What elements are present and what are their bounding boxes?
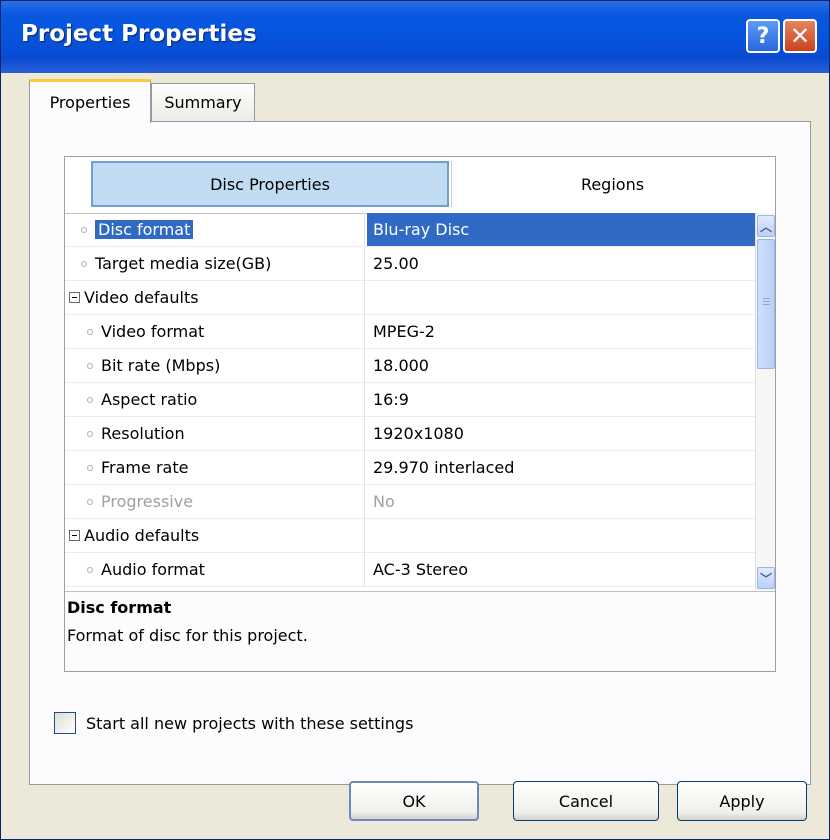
cancel-button[interactable]: Cancel: [513, 781, 659, 821]
property-name-cell: Progressive: [65, 485, 365, 518]
property-name-cell: Resolution: [65, 417, 365, 450]
bullet-icon: [87, 396, 93, 403]
property-category-tabs: Disc Properties Regions: [65, 157, 775, 214]
property-value[interactable]: Blu-ray Disc: [367, 213, 755, 246]
start-all-new-projects-checkbox[interactable]: [54, 712, 76, 734]
property-value[interactable]: 16:9: [367, 383, 755, 416]
property-name: Aspect ratio: [101, 390, 198, 409]
ok-button[interactable]: OK: [349, 781, 479, 821]
chevron-down-icon: ﹀: [759, 571, 772, 586]
description-title: Disc format: [67, 598, 172, 617]
property-name: Disc format: [95, 220, 194, 239]
property-value[interactable]: 29.970 interlaced: [367, 451, 755, 484]
property-row-aspect-ratio[interactable]: Aspect ratio 16:9: [65, 383, 755, 417]
bullet-icon: [87, 362, 93, 369]
property-name: Progressive: [101, 492, 194, 511]
collapse-icon[interactable]: [69, 530, 80, 541]
tab-regions[interactable]: Regions: [451, 161, 773, 207]
project-properties-dialog: Project Properties ? ✕ Properties Summar…: [0, 0, 830, 840]
properties-tab-panel: Disc Properties Regions Disc format Blu-…: [29, 121, 811, 785]
property-grid: Disc Properties Regions Disc format Blu-…: [64, 156, 776, 672]
scroll-down-button[interactable]: ﹀: [757, 567, 775, 589]
property-value[interactable]: AC-3 Stereo: [367, 553, 755, 586]
vertical-scrollbar[interactable]: ︿ ﹀: [755, 213, 775, 591]
property-row-disc-format[interactable]: Disc format Blu-ray Disc: [65, 213, 755, 247]
grip-icon: [763, 298, 770, 307]
property-name-cell: Disc format: [65, 213, 365, 246]
help-button[interactable]: ?: [746, 19, 780, 53]
property-row-video-format[interactable]: Video format MPEG-2: [65, 315, 755, 349]
property-name-cell: Bit rate (Mbps): [65, 349, 365, 382]
property-value: [367, 519, 755, 552]
property-name-cell: Audio defaults: [65, 519, 365, 552]
property-value[interactable]: 25.00: [367, 247, 755, 280]
property-value[interactable]: 1920x1080: [367, 417, 755, 450]
property-name: Audio format: [101, 560, 205, 579]
property-name-cell: Audio format: [65, 553, 365, 586]
bullet-icon: [81, 226, 87, 233]
property-name-cell: Aspect ratio: [65, 383, 365, 416]
property-name: Target media size(GB): [95, 254, 272, 273]
bullet-icon: [87, 430, 93, 437]
property-row-audio-format[interactable]: Audio format AC-3 Stereo: [65, 553, 755, 587]
apply-button[interactable]: Apply: [677, 781, 807, 821]
bullet-icon: [87, 328, 93, 335]
property-row-frame-rate[interactable]: Frame rate 29.970 interlaced: [65, 451, 755, 485]
checkbox-label: Start all new projects with these settin…: [86, 713, 414, 733]
property-row-bit-rate[interactable]: Bit rate (Mbps) 18.000: [65, 349, 755, 383]
bullet-icon: [81, 260, 87, 267]
property-row-progressive: Progressive No: [65, 485, 755, 519]
property-row-target-media-size[interactable]: Target media size(GB) 25.00: [65, 247, 755, 281]
scroll-up-button[interactable]: ︿: [757, 215, 775, 237]
property-rows: Disc format Blu-ray Disc Target media si…: [65, 213, 755, 591]
property-name-cell: Video format: [65, 315, 365, 348]
property-row-resolution[interactable]: Resolution 1920x1080: [65, 417, 755, 451]
property-name: Bit rate (Mbps): [101, 356, 221, 375]
description-text: Format of disc for this project.: [67, 626, 308, 645]
group-row-video-defaults[interactable]: Video defaults: [65, 281, 755, 315]
tab-summary[interactable]: Summary: [151, 83, 255, 121]
group-name: Audio defaults: [84, 526, 200, 545]
scroll-thumb[interactable]: [757, 239, 775, 369]
chevron-up-icon: ︿: [759, 219, 772, 234]
group-row-audio-defaults[interactable]: Audio defaults: [65, 519, 755, 553]
property-name-cell: Video defaults: [65, 281, 365, 314]
title-bar[interactable]: Project Properties ? ✕: [1, 1, 829, 73]
property-value: [367, 281, 755, 314]
property-name: Frame rate: [101, 458, 189, 477]
bullet-icon: [87, 566, 93, 573]
tab-disc-properties[interactable]: Disc Properties: [91, 161, 449, 207]
property-value: No: [373, 492, 395, 511]
close-button[interactable]: ✕: [783, 19, 817, 53]
property-name-cell: Frame rate: [65, 451, 365, 484]
help-icon: ?: [756, 23, 770, 49]
tab-properties[interactable]: Properties: [29, 79, 151, 123]
group-name: Video defaults: [84, 288, 199, 307]
description-panel: Disc format Format of disc for this proj…: [65, 591, 775, 671]
property-name-cell: Target media size(GB): [65, 247, 365, 280]
bullet-icon: [87, 464, 93, 471]
property-value[interactable]: 18.000: [367, 349, 755, 382]
start-all-new-projects-option[interactable]: Start all new projects with these settin…: [54, 712, 413, 734]
bullet-icon: [87, 498, 93, 505]
property-name: Resolution: [101, 424, 185, 443]
collapse-icon[interactable]: [69, 292, 80, 303]
window-title: Project Properties: [21, 21, 257, 47]
close-icon: ✕: [789, 22, 811, 50]
property-value[interactable]: MPEG-2: [367, 315, 755, 348]
property-name: Video format: [101, 322, 205, 341]
